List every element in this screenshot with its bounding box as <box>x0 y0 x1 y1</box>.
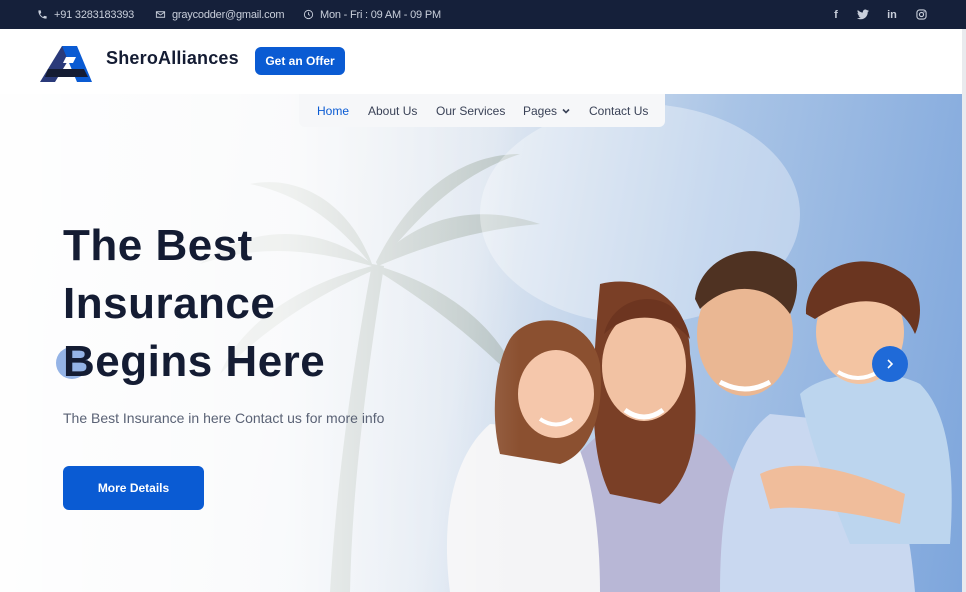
linkedin-icon[interactable]: in <box>885 0 899 29</box>
nav-contact-us[interactable]: Contact Us <box>589 94 648 127</box>
hero-subtext: The Best Insurance in here Contact us fo… <box>63 410 385 426</box>
phone-info[interactable]: +91 3283183393 <box>37 0 134 29</box>
nav-pages-label: Pages <box>523 103 558 118</box>
page-edge <box>962 29 966 592</box>
brand-name[interactable]: SheroAlliances <box>106 48 239 69</box>
hours-info: Mon - Fri : 09 AM - 09 PM <box>303 0 441 29</box>
chevron-right-icon <box>887 359 894 369</box>
business-hours: Mon - Fri : 09 AM - 09 PM <box>320 8 441 21</box>
nav-about-us[interactable]: About Us <box>368 94 417 127</box>
hero-headline-line-2: Insurance <box>63 279 276 328</box>
phone-number: +91 3283183393 <box>54 8 135 21</box>
slider-next-button[interactable] <box>872 346 908 382</box>
nav-pages[interactable]: Pages <box>523 94 571 127</box>
envelope-icon <box>155 11 166 18</box>
nav-home[interactable]: Home <box>317 94 349 127</box>
more-details-button[interactable]: More Details <box>63 466 204 510</box>
nav-our-services[interactable]: Our Services <box>436 94 505 127</box>
twitter-icon[interactable] <box>856 0 870 29</box>
facebook-icon[interactable]: f <box>829 0 843 29</box>
hero-headline-line-1: The Best <box>63 221 253 270</box>
main-nav: Home About Us Our Services Pages Contact… <box>299 94 665 127</box>
brand-logo[interactable] <box>40 45 94 83</box>
email-info[interactable]: graycodder@gmail.com <box>155 0 285 29</box>
email-address: graycodder@gmail.com <box>172 8 285 21</box>
top-bar: +91 3283183393 graycodder@gmail.com Mon … <box>0 0 966 29</box>
phone-icon <box>38 10 47 19</box>
hero-headline-line-3: Begins Here <box>63 337 326 386</box>
instagram-icon[interactable] <box>914 0 928 29</box>
chevron-down-icon <box>562 108 570 114</box>
get-offer-button[interactable]: Get an Offer <box>255 47 345 75</box>
clock-icon <box>303 9 314 20</box>
